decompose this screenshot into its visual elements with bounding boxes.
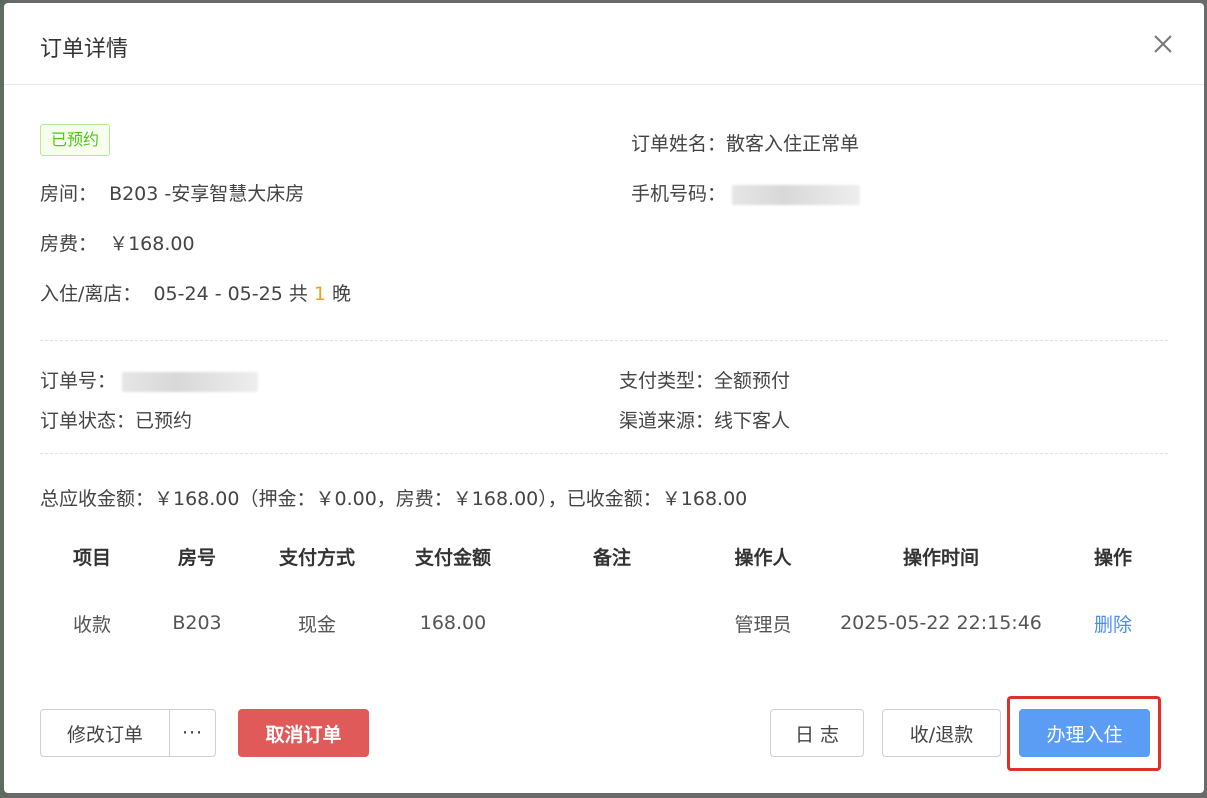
- checkin-button[interactable]: 办理入住: [1019, 709, 1150, 757]
- cell-operator: 管理员: [734, 613, 792, 636]
- phone-label: 手机号码：: [631, 183, 727, 205]
- col-header: 支付金额: [414, 546, 491, 569]
- phone-row: 手机号码：: [631, 179, 861, 206]
- modify-order-group: 修改订单 ···: [40, 709, 216, 757]
- order-name-row: 订单姓名：散客入住正常单: [631, 129, 859, 156]
- order-no-redacted: [122, 371, 259, 392]
- refund-button[interactable]: 收/退款: [882, 709, 1001, 757]
- order-status-row: 订单状态：已预约: [40, 406, 192, 433]
- col-header: 操作时间: [902, 546, 979, 569]
- room-label: 房间：: [40, 183, 98, 205]
- channel-label: 渠道来源：: [619, 410, 715, 432]
- pay-type-label: 支付类型：: [619, 370, 715, 392]
- order-no-row: 订单号：: [40, 366, 259, 393]
- stay-label: 入住/离店：: [40, 283, 142, 305]
- order-status-value: 已预约: [135, 410, 193, 432]
- dialog-title: 订单详情: [40, 37, 129, 62]
- phone-value-redacted: [732, 184, 861, 205]
- stay-dates: 05-24 - 05-25 共: [153, 283, 308, 305]
- col-header: 房号: [177, 546, 216, 569]
- section-divider: [40, 340, 1168, 341]
- order-name-value: 散客入住正常单: [726, 133, 860, 155]
- status-badge: 已预约: [40, 124, 111, 156]
- channel-value: 线下客人: [714, 410, 791, 432]
- log-button[interactable]: 日 志: [770, 709, 864, 757]
- section-divider: [40, 453, 1168, 454]
- delete-link[interactable]: 删除: [1094, 614, 1132, 636]
- pay-type-value: 全额预付: [714, 370, 791, 392]
- col-header: 支付方式: [278, 546, 355, 569]
- close-icon[interactable]: [1150, 31, 1176, 57]
- order-detail-dialog: 订单详情 已预约 房间： B203 -安享智慧大床房 房费： ￥168.00 入…: [4, 3, 1204, 793]
- cell-remark: [522, 587, 702, 659]
- col-header: 项目: [72, 546, 111, 569]
- order-no-label: 订单号：: [40, 370, 117, 392]
- fee-label: 房费：: [40, 233, 98, 255]
- col-header: 操作: [1093, 546, 1132, 569]
- payment-records-table: 项目 房号 支付方式 支付金额 备注 操作人 操作时间 操作 收款 B203 现…: [40, 525, 1168, 659]
- stay-row: 入住/离店： 05-24 - 05-25 共 1 晚: [40, 279, 351, 306]
- fee-row: 房费： ￥168.00: [40, 229, 195, 256]
- order-status-label: 订单状态：: [40, 410, 136, 432]
- col-header: 操作人: [734, 546, 792, 569]
- room-row: 房间： B203 -安享智慧大床房: [40, 179, 304, 206]
- channel-row: 渠道来源：线下客人: [619, 406, 790, 433]
- cell-time: 2025-05-22 22:15:46: [840, 612, 1042, 634]
- dialog-header: 订单详情: [4, 3, 1204, 85]
- cell-pay-method: 现金: [297, 613, 336, 636]
- modify-order-button[interactable]: 修改订单: [41, 710, 170, 756]
- cell-room: B203: [172, 612, 222, 634]
- cancel-order-button[interactable]: 取消订单: [238, 709, 369, 757]
- fee-value: ￥168.00: [109, 233, 195, 255]
- order-name-label: 订单姓名：: [631, 133, 727, 155]
- stay-nights: 1: [313, 283, 326, 305]
- col-header: 备注: [592, 546, 631, 569]
- table-header-row: 项目 房号 支付方式 支付金额 备注 操作人 操作时间 操作: [40, 525, 1168, 587]
- stay-unit: 晚: [332, 283, 352, 305]
- table-row: 收款 B203 现金 168.00 管理员 2025-05-22 22:15:4…: [40, 587, 1168, 659]
- room-value: B203 -安享智慧大床房: [109, 183, 305, 205]
- cell-item: 收款: [72, 613, 111, 636]
- more-actions-button[interactable]: ···: [170, 710, 215, 756]
- cell-amount: 168.00: [419, 612, 487, 634]
- pay-type-row: 支付类型：全额预付: [619, 366, 790, 393]
- amount-summary: 总应收金额：￥168.00（押金：￥0.00，房费：￥168.00），已收金额：…: [40, 488, 748, 510]
